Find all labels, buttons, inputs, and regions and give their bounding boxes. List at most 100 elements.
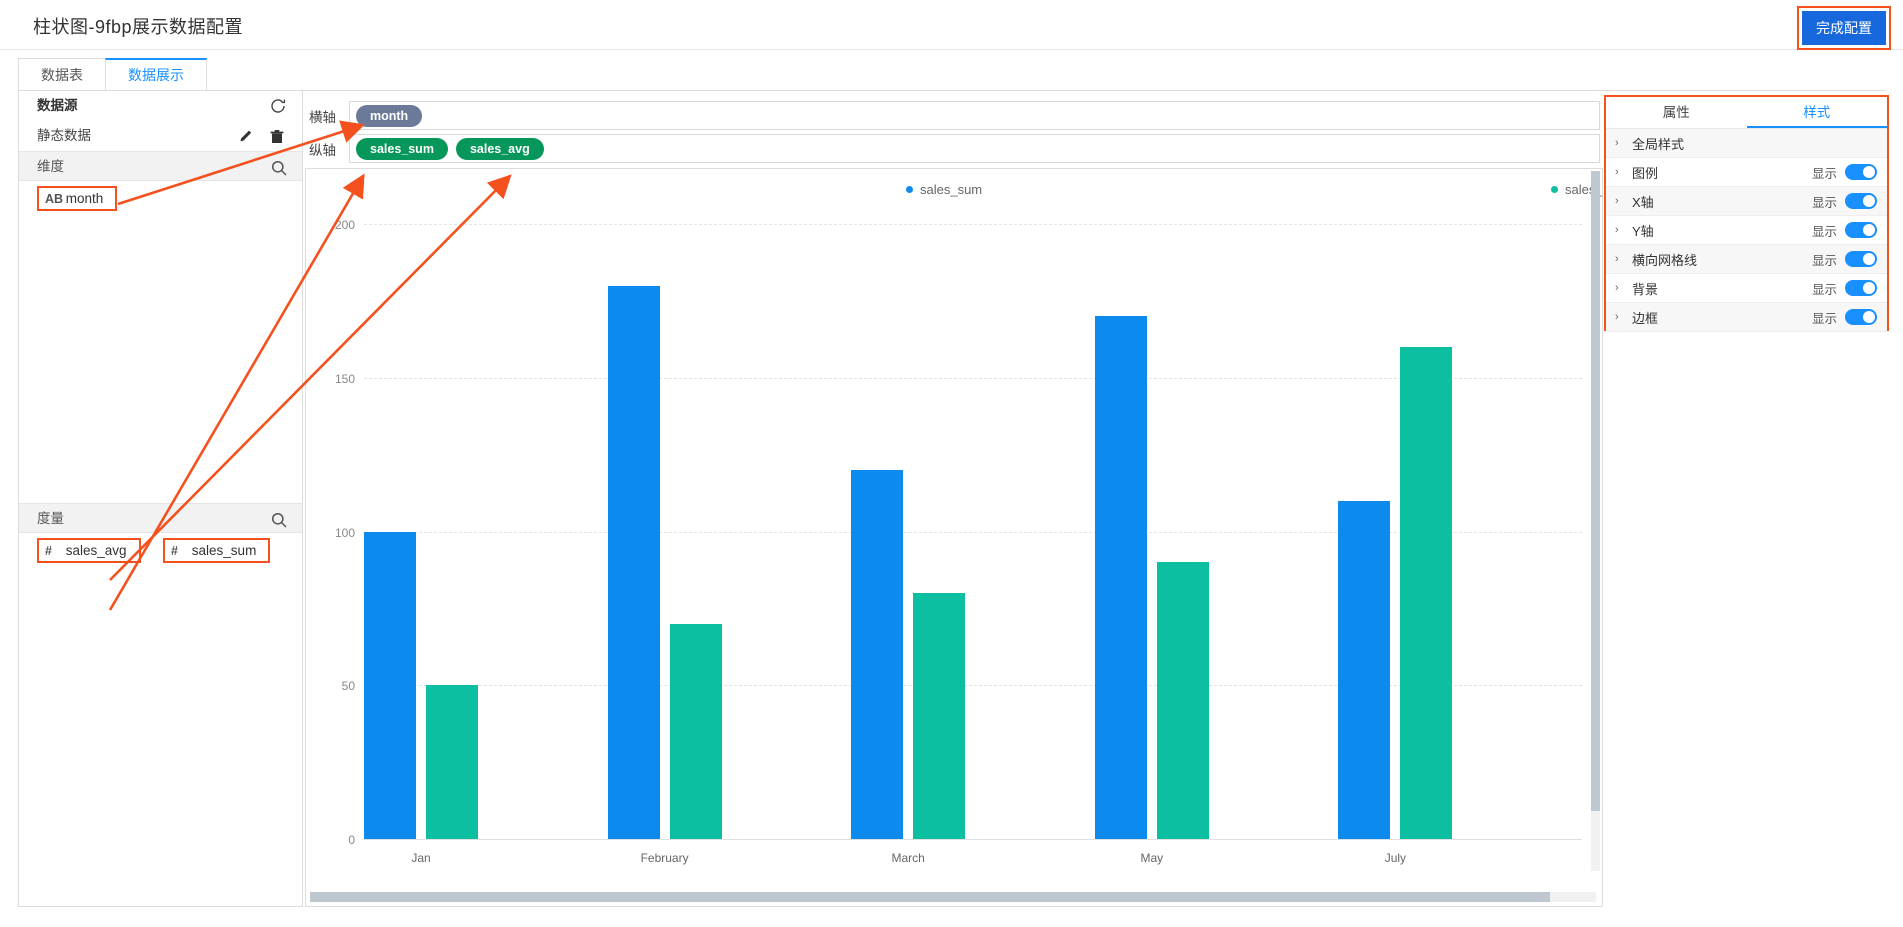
- datasource-item-row[interactable]: 静态数据: [19, 121, 302, 151]
- main-tabs: 数据表 数据展示: [18, 58, 207, 90]
- chevron-right-icon[interactable]: ›: [1615, 224, 1627, 236]
- field-name: sales_sum: [191, 543, 257, 558]
- edit-icon[interactable]: [238, 127, 256, 145]
- bar-sales_sum-Jan[interactable]: [364, 531, 416, 839]
- style-row-toggle[interactable]: [1845, 309, 1877, 325]
- style-row-show-label: 显示: [1811, 166, 1837, 181]
- search-icon[interactable]: [270, 158, 288, 176]
- y-axis-dropzone[interactable]: sales_sum sales_avg: [349, 134, 1600, 163]
- bar-sales_avg-May[interactable]: [1156, 562, 1209, 839]
- legend-color-dot: [906, 186, 913, 193]
- style-row-3[interactable]: › Y轴 显示: [1606, 216, 1887, 245]
- tab-properties[interactable]: 属性: [1606, 97, 1747, 128]
- style-row-toggle[interactable]: [1845, 164, 1877, 180]
- left-fields-panel: 数据源 静态数据 维度 AB month 度量 # sales_avg # sa…: [18, 91, 303, 907]
- field-type-icon: #: [171, 544, 178, 558]
- bar-sales_avg-February[interactable]: [669, 623, 722, 839]
- style-row-label: 全局样式: [1632, 136, 1685, 152]
- style-row-1[interactable]: › 图例 显示: [1606, 158, 1887, 187]
- style-row-show-label: 显示: [1811, 253, 1837, 268]
- y-axis-config-row: 纵轴 sales_sum sales_avg: [307, 132, 1600, 165]
- bar-sales_sum-March[interactable]: [851, 470, 904, 839]
- legend-item-sales_sum[interactable]: sales_sum: [906, 182, 982, 197]
- chevron-right-icon[interactable]: ›: [1615, 137, 1627, 149]
- chart-horizontal-scrollbar-track[interactable]: [310, 892, 1596, 902]
- bar-sales_sum-February[interactable]: [607, 285, 660, 839]
- field-type-icon: #: [45, 544, 52, 558]
- refresh-icon[interactable]: [268, 96, 288, 116]
- y-axis-tick-label: 200: [334, 218, 355, 232]
- y-axis-pill-sales-sum[interactable]: sales_sum: [356, 137, 448, 160]
- style-row-show-label: 显示: [1811, 195, 1837, 210]
- dimension-field-month[interactable]: AB month: [37, 186, 118, 211]
- bar-group: March: [851, 224, 1095, 865]
- style-panel-tabs: 属性 样式: [1606, 97, 1887, 129]
- style-row-label: X轴: [1632, 194, 1654, 210]
- style-row-show-label: 显示: [1811, 311, 1837, 326]
- chart-vertical-scrollbar-thumb[interactable]: [1591, 171, 1600, 811]
- style-row-4[interactable]: › 横向网格线 显示: [1606, 245, 1887, 274]
- style-row-show-label: 显示: [1811, 224, 1837, 239]
- x-axis-pill-month[interactable]: month: [356, 104, 423, 127]
- style-row-5[interactable]: › 背景 显示: [1606, 274, 1887, 303]
- legend-color-dot: [1551, 186, 1558, 193]
- bar-sales_sum-July[interactable]: [1338, 500, 1391, 839]
- chart-legend: sales_sumsales_avg: [306, 182, 1602, 202]
- bar-group: February: [607, 224, 852, 865]
- delete-icon[interactable]: [268, 127, 286, 145]
- measures-title: 度量: [37, 511, 64, 526]
- style-row-6[interactable]: › 边框 显示: [1606, 303, 1887, 332]
- style-row-toggle[interactable]: [1845, 193, 1877, 209]
- page-title: 柱状图-9fbp展示数据配置: [33, 17, 244, 37]
- y-axis-tick-label: 0: [348, 833, 355, 847]
- datasource-title: 数据源: [37, 98, 78, 113]
- style-row-show-label: 显示: [1811, 282, 1837, 297]
- x-axis-tick-label: July: [1384, 851, 1407, 865]
- bar-sales_sum-May[interactable]: [1094, 316, 1147, 839]
- search-icon[interactable]: [270, 510, 288, 528]
- chart-horizontal-scrollbar-thumb[interactable]: [310, 892, 1550, 902]
- style-row-toggle[interactable]: [1845, 251, 1877, 267]
- style-row-label: 边框: [1632, 310, 1659, 326]
- y-axis-label: 纵轴: [309, 142, 336, 158]
- chevron-right-icon[interactable]: ›: [1615, 253, 1627, 265]
- x-axis-tick-label: March: [891, 851, 925, 865]
- chevron-right-icon[interactable]: ›: [1615, 195, 1627, 207]
- x-axis-dropzone[interactable]: month: [349, 101, 1600, 130]
- x-axis-tick-label: May: [1140, 851, 1164, 865]
- tab-data-display[interactable]: 数据展示: [105, 58, 207, 90]
- measure-field-sales-sum[interactable]: # sales_sum: [163, 538, 271, 563]
- style-settings-panel: 属性 样式 › 全局样式 › 图例 显示 › X轴 显示 › Y轴 显示 › 横向网格线 显示 › 背景 显示 ›…: [1604, 95, 1889, 332]
- field-type-icon: AB: [45, 192, 64, 206]
- tab-styles[interactable]: 样式: [1746, 97, 1887, 128]
- style-row-0[interactable]: › 全局样式: [1606, 129, 1887, 158]
- app-header: 柱状图-9fbp展示数据配置 完成配置: [0, 0, 1903, 50]
- chevron-right-icon[interactable]: ›: [1615, 311, 1627, 323]
- tab-data-table[interactable]: 数据表: [18, 58, 106, 90]
- style-row-toggle[interactable]: [1845, 280, 1877, 296]
- style-row-toggle[interactable]: [1845, 222, 1877, 238]
- bar-sales_avg-March[interactable]: [913, 593, 966, 839]
- x-axis-tick-label: February: [640, 851, 689, 865]
- y-axis-tick-label: 50: [341, 679, 355, 694]
- datasource-item-label: 静态数据: [37, 128, 91, 143]
- bar-sales_avg-July[interactable]: [1400, 347, 1453, 839]
- finish-config-button[interactable]: 完成配置: [1802, 11, 1886, 45]
- y-axis-pill-sales-avg[interactable]: sales_avg: [455, 137, 544, 160]
- legend-label: sales_sum: [920, 182, 983, 197]
- gridline-0: 0: [348, 833, 1582, 847]
- datasource-section-header: 数据源: [19, 91, 302, 121]
- chart-vertical-scrollbar-track[interactable]: [1591, 171, 1600, 871]
- field-name: month: [65, 191, 104, 206]
- x-axis-label: 横轴: [309, 109, 336, 125]
- style-row-label: Y轴: [1632, 223, 1654, 239]
- chart-preview: sales_sumsales_avg 0 50 100 150 200 Jan Februa…: [305, 168, 1603, 907]
- bar-sales_avg-Jan[interactable]: [426, 685, 478, 839]
- chevron-right-icon[interactable]: ›: [1615, 166, 1627, 178]
- app-root: 柱状图-9fbp展示数据配置 完成配置 数据表 数据展示 数据源 静态数据 维度…: [0, 0, 1903, 927]
- x-axis-tick-label: Jan: [411, 851, 431, 865]
- measure-field-sales-avg[interactable]: # sales_avg: [37, 538, 141, 563]
- chevron-right-icon[interactable]: ›: [1615, 282, 1627, 294]
- style-row-2[interactable]: › X轴 显示: [1606, 187, 1887, 216]
- x-axis-config-row: 横轴 month: [307, 99, 1600, 132]
